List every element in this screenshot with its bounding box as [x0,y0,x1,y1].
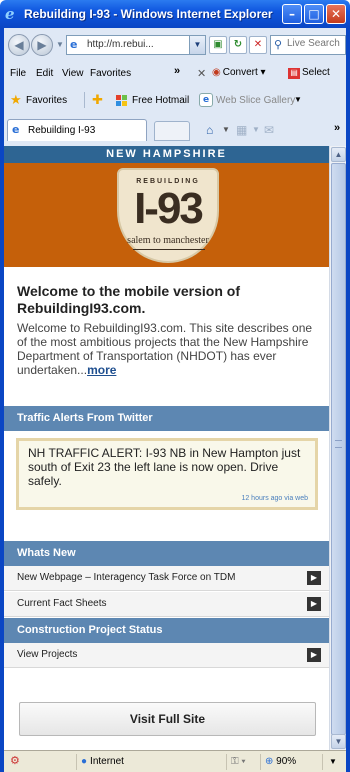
command-bar-overflow-chevron[interactable]: » [334,122,340,134]
favorites-star-icon[interactable]: ★ [10,92,22,108]
security-zone[interactable]: ● Internet [76,754,196,770]
feeds-icon[interactable]: ▦ [236,123,247,137]
page-icon: e [70,38,78,51]
scroll-thumb[interactable] [331,163,346,735]
windows-logo-icon [116,95,128,107]
feeds-dropdown-icon[interactable]: ▼ [252,125,260,134]
search-icon: ⚲ [274,39,283,51]
intro-paragraph: Welcome to RebuildingI93.com. This site … [17,321,319,377]
address-bar[interactable]: e http://m.rebui... ▼ [66,35,206,55]
tab-label: Rebuilding I-93 [28,125,96,136]
traffic-alert-text: NH TRAFFIC ALERT: I-93 NB in New Hampton… [28,446,301,488]
tab-bar: e Rebuilding I-93 ⌂ ▼ ▦ ▼ ✉ » [4,115,346,146]
divider [84,92,85,108]
vertical-scrollbar[interactable]: ▲ ▼ [329,146,346,750]
whats-new-header: Whats New [4,541,329,566]
search-input[interactable] [287,38,345,49]
recent-pages-dropdown-icon[interactable]: ▼ [56,40,64,49]
convert-icon: ◉ [212,67,221,78]
new-tab-button[interactable] [154,121,190,141]
address-url[interactable]: http://m.rebui... [87,39,154,50]
chevron-down-icon[interactable]: ▼ [294,95,302,104]
zone-label: Internet [90,756,124,767]
status-bar: ⚙ ● Internet ⚿ ▾ ⊕ 90% ▼ [4,750,346,772]
menu-view[interactable]: View [62,68,84,79]
compatibility-view-icon[interactable]: ▣ [209,36,227,54]
logo-underline [133,249,205,250]
page-viewport: NEW HAMPSHIRE REBUILDING I-93 salem to m… [4,146,329,750]
close-toolbar-icon[interactable]: ✕ [197,67,206,80]
traffic-alerts-header: Traffic Alerts From Twitter [4,406,329,431]
logo-main-text: I-93 [134,184,204,233]
web-slice-gallery-link[interactable]: Web Slice Gallery [216,95,295,106]
menu-favorites[interactable]: Favorites [90,68,131,79]
tab-page-icon: e [12,123,20,136]
zoom-icon: ⊕ [265,756,274,767]
list-item[interactable]: View Projects ▶ [4,643,329,668]
minimize-button[interactable]: – [282,4,302,24]
protected-mode-icon[interactable]: ⚿ ▾ [226,754,256,770]
list-item[interactable]: New Webpage – Interagency Task Force on … [4,566,329,591]
live-search-box[interactable]: ⚲ [270,35,346,55]
select-button[interactable]: ▤ Select [288,67,330,79]
title-bar: e Rebuilding I-93 - Windows Internet Exp… [0,0,350,28]
more-link[interactable]: more [87,363,116,377]
web-slice-icon: e [199,93,213,107]
intro-text: Welcome to RebuildingI93.com. This site … [17,321,313,377]
select-label: Select [302,67,330,78]
state-banner: NEW HAMPSHIRE [4,146,329,163]
chevron-right-icon: ▶ [307,597,321,611]
address-dropdown-icon[interactable]: ▼ [189,36,205,54]
logo-bottom-text: salem to manchester [127,235,209,246]
maximize-button[interactable]: □ [304,4,324,24]
zoom-dropdown-icon[interactable]: ▼ [322,754,344,770]
chevron-right-icon: ▶ [307,571,321,585]
scroll-grip [335,440,342,448]
browser-chrome: ◀ ▶ ▼ e http://m.rebui... ▼ ▣ ↻ ✕ ⚲ File… [4,28,346,146]
globe-icon: ● [81,756,88,767]
stop-icon[interactable]: ✕ [249,36,267,54]
home-icon[interactable]: ⌂ [206,123,213,137]
favorites-button[interactable]: Favorites [26,95,67,106]
traffic-alert-timestamp[interactable]: 12 hours ago via web [241,495,308,502]
window-frame-right [346,28,350,772]
window-title: Rebuilding I-93 - Windows Internet Explo… [24,7,273,21]
scroll-down-icon[interactable]: ▼ [331,734,346,749]
list-item[interactable]: Current Fact Sheets ▶ [4,592,329,617]
header-banner: REBUILDING I-93 salem to manchester [4,163,329,267]
i93-logo: REBUILDING I-93 salem to manchester [117,168,219,263]
favorites-bar: ★ Favorites ✚ Free Hotmail e Web Slice G… [4,87,346,113]
menu-bar: File Edit View Favorites » ✕ ◉ Convert ▾ … [4,61,346,85]
list-item-label: New Webpage – Interagency Task Force on … [17,572,236,583]
menu-edit[interactable]: Edit [36,68,53,79]
free-hotmail-link[interactable]: Free Hotmail [132,95,189,106]
home-dropdown-icon[interactable]: ▼ [222,125,230,134]
refresh-icon[interactable]: ↻ [229,36,247,54]
zoom-control[interactable]: ⊕ 90% [260,754,320,770]
tab-rebuilding-i93[interactable]: e Rebuilding I-93 [7,119,147,141]
convert-label: Convert [222,67,258,78]
ie-logo-icon: e [5,5,15,23]
zoom-level: 90% [276,756,297,767]
back-button[interactable]: ◀ [8,34,30,56]
add-to-favorites-icon[interactable]: ✚ [92,92,103,108]
traffic-alert-card: NH TRAFFIC ALERT: I-93 NB in New Hampton… [16,438,318,510]
close-button[interactable]: ✕ [326,4,346,24]
scroll-up-icon[interactable]: ▲ [331,147,346,162]
convert-button[interactable]: ◉ Convert ▾ [212,67,266,78]
list-item-label: Current Fact Sheets [17,598,107,609]
menu-overflow-chevron[interactable]: » [174,65,180,77]
status-icon: ⚙ [10,755,20,767]
list-item-label: View Projects [17,649,78,660]
forward-button[interactable]: ▶ [31,34,53,56]
mail-icon[interactable]: ✉ [264,123,274,137]
construction-status-header: Construction Project Status [4,618,329,643]
welcome-heading: Welcome to the mobile version of Rebuild… [17,283,241,316]
menu-file[interactable]: File [10,68,26,79]
select-icon: ▤ [288,68,300,79]
visit-full-site-button[interactable]: Visit Full Site [19,702,316,736]
chevron-right-icon: ▶ [307,648,321,662]
